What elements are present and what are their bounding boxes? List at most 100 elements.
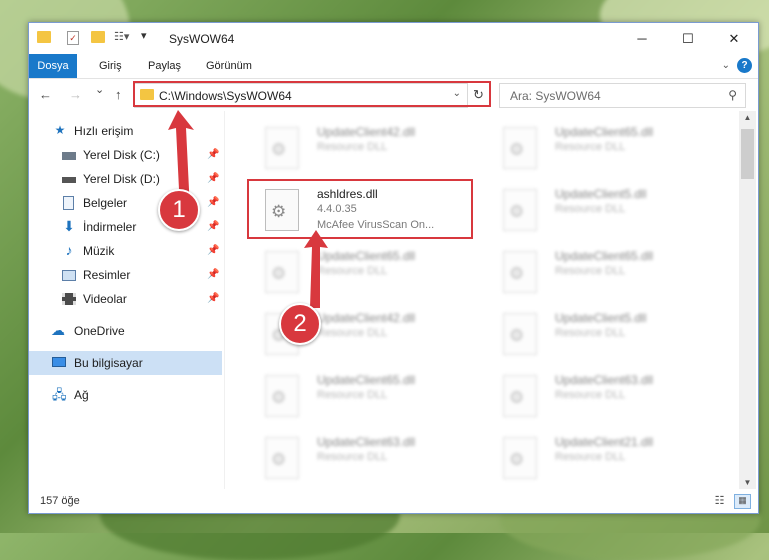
file-name: UpdateClient21.dll — [555, 435, 654, 449]
document-icon — [63, 196, 74, 210]
pane-divider[interactable] — [224, 111, 225, 489]
gear-icon: ⚙ — [509, 450, 525, 469]
file-description: Resource DLL — [317, 327, 388, 339]
item-count: 157 öğe — [40, 495, 80, 507]
sidebar-item-music[interactable]: ♪ Müzik 📌 — [29, 239, 222, 263]
sidebar-item-this-pc[interactable]: Bu bilgisayar — [29, 351, 222, 375]
folder-icon — [37, 31, 51, 43]
file-item[interactable]: ⚙ UpdateClient21.dll Resource DLL — [487, 429, 717, 485]
file-name: UpdateClient65.dll — [555, 125, 654, 139]
file-name: UpdateClient63.dll — [555, 373, 654, 387]
file-item[interactable]: ⚙ UpdateClient65.dll Resource DLL — [487, 243, 717, 299]
gear-icon: ⚙ — [271, 388, 287, 407]
annotation-badge-1: 1 — [158, 189, 200, 231]
minimize-button[interactable]: ─ — [619, 23, 665, 54]
status-bar: 157 öğe ☷ ▦ — [29, 489, 758, 513]
drive-icon — [62, 177, 76, 183]
video-icon — [62, 293, 76, 305]
file-name: UpdateClient42.dll — [317, 125, 416, 139]
gear-icon: ⚙ — [509, 326, 525, 345]
scroll-thumb[interactable] — [741, 129, 754, 179]
sidebar-item-label: Belgeler — [83, 196, 128, 210]
dll-file-icon: ⚙ — [503, 127, 537, 169]
back-button[interactable]: ← — [39, 87, 52, 102]
file-name: UpdateClient65.dll — [555, 249, 654, 263]
tab-view[interactable]: Görünüm — [196, 54, 262, 78]
gear-icon: ⚙ — [271, 140, 287, 159]
file-item[interactable]: ⚙ UpdateClient65.dll Resource DLL — [249, 367, 479, 423]
tab-file[interactable]: Dosya — [29, 54, 77, 78]
recent-locations-button[interactable]: ⌄ — [95, 83, 104, 96]
dll-file-icon: ⚙ — [265, 375, 299, 417]
pin-icon[interactable]: 📌 — [207, 263, 219, 287]
new-folder-icon[interactable] — [91, 31, 105, 43]
dll-file-icon: ⚙ — [503, 437, 537, 479]
file-item[interactable]: ⚙ UpdateClient63.dll Resource DLL — [249, 429, 479, 485]
music-icon: ♪ — [65, 242, 73, 258]
close-button[interactable]: ✕ — [711, 23, 757, 54]
file-item[interactable]: ⚙ UpdateClient65.dll Resource DLL — [249, 243, 479, 299]
sidebar-item-onedrive[interactable]: ☁ OneDrive — [29, 319, 222, 343]
search-icon[interactable]: ⚲ — [728, 88, 737, 102]
sidebar-item-label: Resimler — [83, 268, 131, 282]
file-name: UpdateClient65.dll — [317, 373, 416, 387]
scroll-up-icon[interactable]: ▲ — [739, 113, 756, 122]
up-button[interactable]: ↑ — [115, 87, 122, 102]
sidebar-item-videos[interactable]: Videolar 📌 — [29, 287, 222, 311]
sidebar-item-label: Hızlı erişim — [74, 124, 134, 138]
file-description: Resource DLL — [555, 451, 626, 463]
file-item[interactable]: ⚙ UpdateClient5.dll Resource DLL — [487, 305, 717, 361]
file-description: Resource DLL — [555, 389, 626, 401]
forward-button[interactable]: → — [69, 87, 82, 102]
dll-file-icon: ⚙ — [265, 127, 299, 169]
tab-share[interactable]: Paylaş — [138, 54, 191, 78]
file-description: Resource DLL — [555, 327, 626, 339]
dll-file-icon: ⚙ — [503, 251, 537, 293]
sidebar-item-label: Yerel Disk (C:) — [83, 148, 160, 162]
network-icon: 🖧 — [52, 387, 67, 402]
cloud-icon: ☁ — [51, 322, 65, 338]
sidebar-item-pictures[interactable]: Resimler 📌 — [29, 263, 222, 287]
explorer-window: ✓ ☷▾ ▾ SysWOW64 ─ ☐ ✕ Dosya Giriş Paylaş… — [28, 22, 759, 514]
file-description: Resource DLL — [555, 265, 626, 277]
file-highlight-box — [247, 179, 473, 239]
file-item[interactable]: ⚙ UpdateClient42.dll Resource DLL — [249, 119, 479, 175]
gear-icon: ⚙ — [509, 202, 525, 221]
computer-icon — [52, 357, 66, 367]
file-item[interactable]: ⚙ UpdateClient65.dll Resource DLL — [487, 119, 717, 175]
gear-icon: ⚙ — [509, 388, 525, 407]
pin-icon[interactable]: 📌 — [207, 239, 219, 263]
file-item[interactable]: ⚙ UpdateClient63.dll Resource DLL — [487, 367, 717, 423]
pin-icon[interactable]: 📌 — [207, 287, 219, 311]
dll-file-icon: ⚙ — [503, 313, 537, 355]
file-description: Resource DLL — [317, 451, 388, 463]
sidebar-item-label: Bu bilgisayar — [74, 356, 143, 370]
search-input[interactable]: Ara: SysWOW64 — [510, 89, 601, 103]
sidebar-item-label: OneDrive — [74, 324, 125, 338]
search-box[interactable]: Ara: SysWOW64 ⚲ — [499, 83, 746, 108]
drive-icon — [62, 152, 76, 160]
file-name: UpdateClient5.dll — [555, 187, 647, 201]
scroll-down-icon[interactable]: ▼ — [739, 478, 756, 487]
expand-ribbon-icon[interactable]: ⌄ — [722, 60, 730, 71]
sidebar-item-label: Videolar — [83, 292, 127, 306]
customize-toolbar-icon[interactable]: ▾ — [141, 29, 147, 42]
tab-home[interactable]: Giriş — [89, 54, 132, 78]
sidebar-item-network[interactable]: 🖧 Ağ — [29, 383, 222, 407]
details-view-icon[interactable]: ☷ — [712, 494, 727, 507]
help-button[interactable]: ? — [737, 58, 752, 73]
dll-file-icon: ⚙ — [265, 437, 299, 479]
file-description: Resource DLL — [555, 141, 626, 153]
properties-icon[interactable]: ✓ — [67, 31, 79, 45]
star-icon: ★ — [54, 123, 66, 137]
maximize-button[interactable]: ☐ — [665, 23, 711, 54]
sidebar-item-label: İndirmeler — [83, 220, 137, 234]
view-options-icon[interactable]: ☷▾ — [114, 30, 129, 43]
gear-icon: ⚙ — [271, 264, 287, 283]
file-item[interactable]: ⚙ UpdateClient5.dll Resource DLL — [487, 181, 717, 237]
tiles-view-icon[interactable]: ▦ — [734, 494, 751, 509]
file-description: Resource DLL — [555, 203, 626, 215]
sidebar-item-label: Yerel Disk (D:) — [83, 172, 160, 186]
title-bar: ✓ ☷▾ ▾ SysWOW64 ─ ☐ ✕ — [29, 23, 758, 54]
vertical-scrollbar[interactable]: ▲ ▼ — [739, 111, 756, 489]
